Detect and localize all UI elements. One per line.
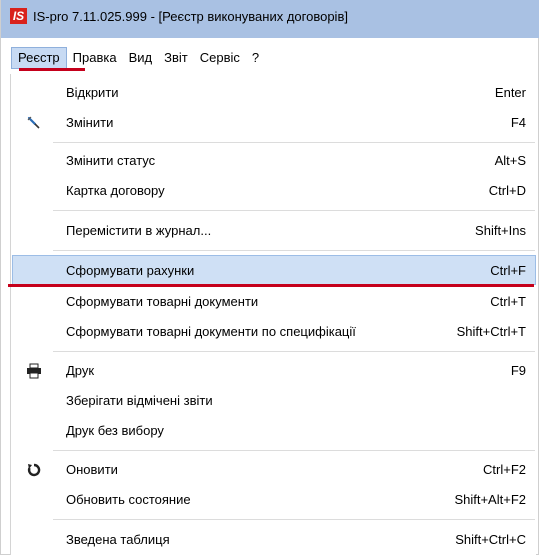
menu-vyd[interactable]: Вид <box>123 47 159 69</box>
menu-item-generate-invoices[interactable]: Сформувати рахунки Ctrl+F <box>12 255 536 285</box>
menu-item-label: Обновить состояние <box>66 492 191 507</box>
menu-item-label: Друк <box>66 363 95 378</box>
menu-item-generate-goods-docs[interactable]: Сформувати товарні документи Ctrl+T <box>12 287 536 317</box>
menu-item-shortcut: F9 <box>510 363 526 378</box>
menu-item-shortcut: Shift+Ctrl+C <box>455 532 526 547</box>
menu-item-label: Сформувати товарні документи по специфік… <box>66 324 356 339</box>
menu-item-label: Сформувати товарні документи <box>66 294 259 309</box>
menu-separator <box>53 519 535 520</box>
menu-item-label: Відкрити <box>66 85 119 100</box>
menu-item-open[interactable]: Відкрити Enter <box>12 78 536 108</box>
menu-item-contract-card[interactable]: Картка договору Ctrl+D <box>12 176 536 206</box>
menu-item-label: Змінити <box>66 115 114 130</box>
app-logo-icon: IS <box>10 8 27 24</box>
menu-item-label: Сформувати рахунки <box>66 263 195 278</box>
refresh-icon <box>26 462 42 478</box>
menu-item-label: Перемістити в журнал... <box>66 223 212 238</box>
menu-item-print-no-select[interactable]: Друк без вибору <box>12 416 536 446</box>
menu-separator <box>53 142 535 143</box>
menu-item-generate-goods-docs-spec[interactable]: Сформувати товарні документи по специфік… <box>12 317 536 347</box>
menu-help[interactable]: ? <box>246 47 265 69</box>
menu-reiestr[interactable]: Реєстр <box>11 47 67 69</box>
menu-item-label: Картка договору <box>66 183 165 198</box>
menu-item-shortcut: F4 <box>510 115 526 130</box>
menu-item-shortcut: Shift+Alt+F2 <box>454 492 526 507</box>
menu-item-edit[interactable]: Змінити F4 <box>12 108 536 138</box>
menu-item-refresh[interactable]: Оновити Ctrl+F2 <box>12 455 536 485</box>
app-window: IS IS-pro 7.11.025.999 - [Реєстр виконув… <box>0 0 539 555</box>
menu-item-shortcut: Enter <box>494 85 526 100</box>
menu-item-move-to-journal[interactable]: Перемістити в журнал... Shift+Ins <box>12 216 536 246</box>
menu-item-shortcut: Ctrl+D <box>488 183 526 198</box>
menu-item-label: Змінити статус <box>66 153 156 168</box>
menu-item-shortcut: Ctrl+F <box>490 263 526 278</box>
title-bar: IS IS-pro 7.11.025.999 - [Реєстр виконув… <box>1 0 539 38</box>
edit-icon <box>26 115 42 131</box>
menu-bar: Реєстр Правка Вид Звіт Сервіс ? <box>11 47 265 69</box>
menu-separator <box>53 450 535 451</box>
menu-item-print[interactable]: Друк F9 <box>12 356 536 386</box>
menu-item-label: Оновити <box>66 462 118 477</box>
menu-item-shortcut: Ctrl+F2 <box>483 462 526 477</box>
menu-item-label: Зведена таблиця <box>66 532 170 547</box>
window-title: IS-pro 7.11.025.999 - [Реєстр виконувани… <box>33 9 348 24</box>
menu-pravka[interactable]: Правка <box>67 47 123 69</box>
dropdown-menu: Відкрити Enter Змінити F4 Змінити статус… <box>8 74 536 555</box>
menu-item-label: Зберігати відмічені звіти <box>66 393 213 408</box>
menu-item-shortcut: Shift+Ctrl+T <box>456 324 526 339</box>
annotation-underline-menu <box>19 68 85 71</box>
menu-item-shortcut: Shift+Ins <box>475 223 526 238</box>
menu-item-pivot-table[interactable]: Зведена таблиця Shift+Ctrl+C <box>12 525 536 555</box>
menu-separator <box>53 351 535 352</box>
annotation-underline-item <box>8 284 534 287</box>
menu-servis[interactable]: Сервіс <box>194 47 246 69</box>
menu-item-change-status[interactable]: Змінити статус Alt+S <box>12 146 536 176</box>
menu-item-shortcut: Alt+S <box>494 153 526 168</box>
menu-item-save-marked-reports[interactable]: Зберігати відмічені звіти <box>12 386 536 416</box>
menu-zvit[interactable]: Звіт <box>158 47 194 69</box>
menu-separator <box>53 210 535 211</box>
menu-separator <box>53 250 535 251</box>
menu-item-label: Друк без вибору <box>66 423 164 438</box>
menu-item-refresh-state[interactable]: Обновить состояние Shift+Alt+F2 <box>12 485 536 515</box>
printer-icon <box>26 363 42 379</box>
menu-item-shortcut: Ctrl+T <box>490 294 526 309</box>
